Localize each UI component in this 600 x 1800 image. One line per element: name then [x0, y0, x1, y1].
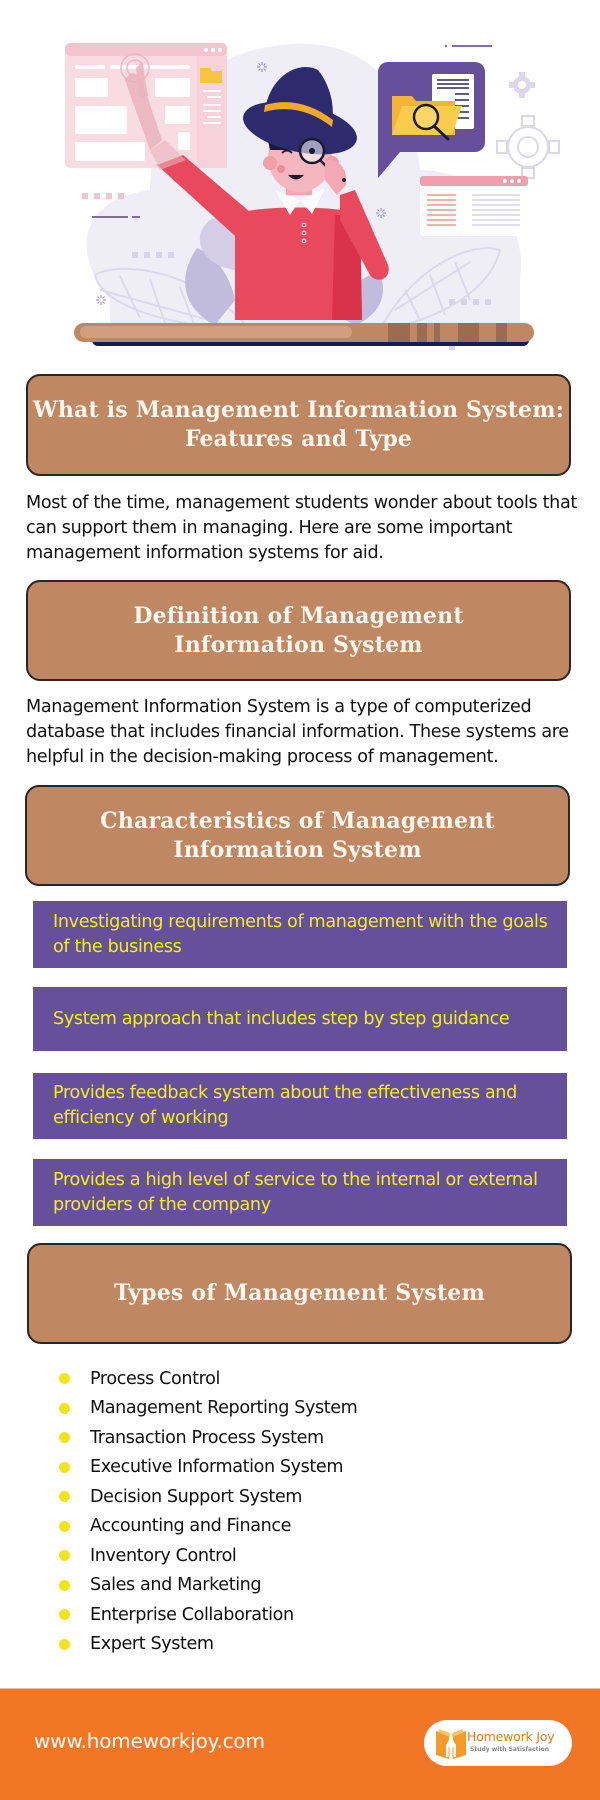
bullet-icon: [59, 1579, 70, 1591]
characteristic-item: Investigating requirements of management…: [33, 901, 567, 968]
bullet-icon: [59, 1520, 70, 1532]
list-item: Accounting and Finance: [57, 1512, 357, 1542]
logo-name: Homework Joy: [467, 1729, 555, 1744]
desk: [74, 323, 534, 346]
type-label: Transaction Process System: [90, 1427, 324, 1448]
list-item: Expert System: [57, 1630, 357, 1660]
characteristics-title-line-2: Information System: [173, 836, 422, 863]
intro-title-box: What is Management Information System: F…: [26, 374, 571, 476]
characteristic-item: System approach that includes step by st…: [33, 987, 567, 1051]
characteristic-text: Investigating requirements of management…: [53, 911, 548, 957]
bullet-icon: [59, 1609, 70, 1621]
bullet-icon: [59, 1432, 70, 1444]
type-label: Executive Information System: [90, 1457, 344, 1478]
definition-title: Definition of Management Information Sys…: [133, 602, 463, 660]
bullet-icon: [59, 1402, 70, 1414]
type-label: Management Reporting System: [90, 1398, 358, 1419]
list-item: Enterprise Collaboration: [57, 1600, 357, 1630]
characteristic-item: Provides feedback system about the effec…: [33, 1073, 567, 1139]
list-item: Decision Support System: [57, 1482, 357, 1512]
footer: www.homeworkjoy.com Homework Joy Study w…: [0, 1688, 600, 1800]
characteristics-title-line-1: Characteristics of Management: [100, 807, 495, 834]
list-item: Executive Information System: [57, 1453, 357, 1483]
type-label: Enterprise Collaboration: [90, 1604, 294, 1625]
definition-title-line-2: Information System: [174, 631, 423, 658]
bullet-icon: [59, 1461, 70, 1473]
type-label: Sales and Marketing: [90, 1575, 262, 1596]
bullet-icon: [59, 1491, 70, 1503]
bullet-icon: [59, 1638, 70, 1650]
type-label: Process Control: [90, 1368, 220, 1389]
type-label: Expert System: [90, 1634, 214, 1655]
gear-icon: [509, 72, 535, 98]
bullet-icon: [59, 1550, 70, 1562]
intro-title-line-2: Features and Type: [184, 426, 413, 452]
website-link[interactable]: www.homeworkjoy.com: [34, 1729, 265, 1753]
characteristics-title: Characteristics of Management Informatio…: [100, 807, 495, 865]
list-item: Inventory Control: [57, 1541, 357, 1571]
types-list: Process Control Management Reporting Sys…: [57, 1364, 358, 1660]
characteristic-text: Provides feedback system about the effec…: [53, 1083, 517, 1128]
characteristics-title-box: Characteristics of Management Informatio…: [25, 785, 570, 886]
definition-title-box: Definition of Management Information Sys…: [26, 580, 571, 681]
gear-outline-icon: [496, 115, 560, 179]
open-book-icon: [436, 1729, 466, 1759]
intro-title: What is Management Information System: F…: [33, 396, 564, 454]
logo-tagline: Study with Satisfaction: [470, 1746, 549, 1753]
brand-logo[interactable]: Homework Joy Study with Satisfaction: [424, 1720, 572, 1766]
hero-illustration: [0, 0, 600, 360]
browser-window-right: [420, 176, 528, 236]
definition-paragraph: Management Information System is a type …: [26, 697, 569, 767]
characteristic-text: System approach that includes step by st…: [53, 1008, 510, 1029]
characteristic-item: Provides a high level of service to the …: [33, 1159, 567, 1226]
decor-squares-left: [82, 193, 124, 199]
list-item: Sales and Marketing: [57, 1571, 357, 1601]
list-item: Process Control: [57, 1364, 357, 1394]
intro-title-line-1: What is Management Information System:: [32, 397, 565, 423]
types-title: Types of Management System: [114, 1280, 485, 1306]
type-label: Inventory Control: [90, 1545, 237, 1566]
intro-paragraph: Most of the time, management students wo…: [26, 493, 577, 563]
bullet-icon: [59, 1373, 70, 1385]
type-label: Decision Support System: [90, 1486, 303, 1507]
list-item: Transaction Process System: [57, 1423, 357, 1453]
characteristic-text: Provides a high level of service to the …: [53, 1169, 538, 1215]
list-item: Management Reporting System: [57, 1394, 358, 1424]
types-title-box: Types of Management System: [27, 1243, 572, 1344]
definition-title-line-1: Definition of Management: [133, 602, 464, 629]
type-label: Accounting and Finance: [90, 1516, 292, 1537]
